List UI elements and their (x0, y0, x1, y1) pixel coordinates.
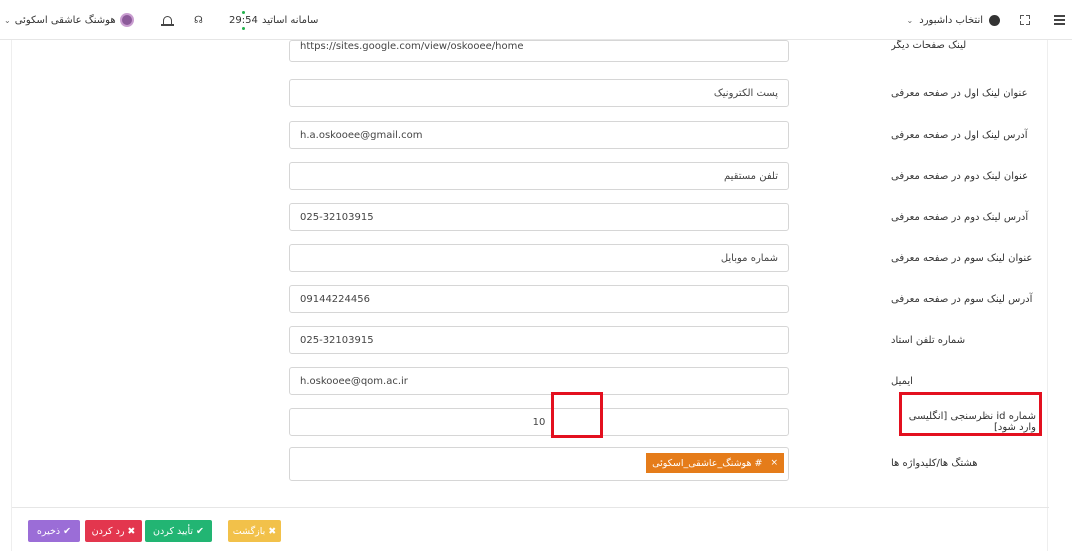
field-label: آدرس لینک سوم در صفحه معرفی (891, 293, 1033, 305)
field-label: عنوان لینک اول در صفحه معرفی (891, 87, 1028, 99)
save-button[interactable]: ✔ ذخیره (28, 520, 80, 542)
avatar (119, 13, 134, 27)
profile-form: شماره id نظرسنجی [انگلیسی وارد شود] 10 ایم… (11, 40, 1049, 551)
form-row: لینک صفحات دیگر https://sites.google.com/… (12, 34, 1049, 76)
timer-value: 29:54 (229, 14, 258, 26)
form-row: شماره id نظرسنجی [انگلیسی وارد شود] 10 (12, 408, 1049, 450)
form-row: عنوان لینک دوم در صفحه معرفی تلفن مستقیم (12, 162, 1049, 204)
back-button-label: بازگشت (232, 525, 266, 537)
reject-button[interactable]: ✖ رد کردن (85, 520, 142, 542)
user-name: هوشنگ عاشقی اسکوئی (14, 14, 116, 26)
hashtag-chip-label: # هوشنگ_عاشقی_اسکوئی (652, 457, 763, 469)
text-input[interactable]: تلفن مستقیم (289, 162, 789, 190)
check-icon: ✔ (63, 525, 72, 537)
hashtag-chip[interactable]: × # هوشنگ_عاشقی_اسکوئی (646, 453, 784, 473)
timer-dot-bottom (241, 26, 245, 30)
form-row: ایمیل h.oskooee@qom.ac.ir (12, 367, 1049, 409)
confirm-button[interactable]: ✔ تأیید کردن (145, 520, 212, 542)
text-input[interactable]: 025-32103915 (289, 326, 789, 354)
field-label: لینک صفحات دیگر (891, 40, 967, 51)
menu-icon[interactable] (1054, 0, 1068, 40)
back-button[interactable]: ✖ بازگشت (228, 520, 281, 542)
highlight-box-survey-value (551, 392, 603, 438)
form-row: آدرس لینک سوم در صفحه معرفی 09144224456 (12, 285, 1049, 327)
timer-dot-top (241, 10, 245, 14)
chevron-down-icon: ⌄ (906, 15, 914, 25)
field-label: آدرس لینک اول در صفحه معرفی (891, 129, 1028, 141)
field-label: عنوان لینک دوم در صفحه معرفی (891, 170, 1029, 182)
form-row: عنوان لینک اول در صفحه معرفی پست الکترونی… (12, 79, 1049, 121)
dashboard-icon (989, 14, 1000, 26)
hashtags-input[interactable]: × # هوشنگ_عاشقی_اسکوئی (289, 447, 789, 481)
text-input[interactable]: h.a.oskooee@gmail.com (289, 121, 789, 149)
form-row: عنوان لینک سوم در صفحه معرفی شماره موبایل (12, 244, 1049, 286)
text-input[interactable]: 09144224456 (289, 285, 789, 313)
text-input[interactable]: پست الکترونیک (289, 79, 789, 107)
check-icon: ✔ (196, 525, 204, 537)
remove-tag-icon[interactable]: × (770, 458, 778, 468)
reject-button-label: رد کردن (91, 525, 125, 537)
highlight-box-survey-label (899, 392, 1042, 436)
field-label: شماره تلفن استاد (891, 334, 966, 346)
form-row: شماره تلفن استاد 025-32103915 (12, 326, 1049, 368)
text-input[interactable]: https://sites.google.com/view/oskooee/ho… (289, 40, 789, 62)
text-input[interactable]: 025-32103915 (289, 203, 789, 231)
field-label: عنوان لینک سوم در صفحه معرفی (891, 252, 1033, 264)
field-label: آدرس لینک دوم در صفحه معرفی (891, 211, 1029, 223)
text-input[interactable]: شماره موبایل (289, 244, 789, 272)
form-row: آدرس لینک اول در صفحه معرفی h.a.oskooee@g… (12, 121, 1049, 163)
dashboard-select-label: انتخاب داشبورد (919, 14, 983, 26)
text-input[interactable]: h.oskooee@qom.ac.ir (289, 367, 789, 395)
close-icon: ✖ (268, 525, 277, 537)
field-label: ایمیل (891, 375, 913, 387)
survey-id-input[interactable]: 10 (289, 408, 789, 436)
chevron-down-icon: ⌄ (4, 15, 11, 25)
close-icon: ✖ (127, 525, 136, 537)
form-row: آدرس لینک دوم در صفحه معرفی 025-32103915 (12, 203, 1049, 245)
divider (12, 507, 1049, 508)
hashtags-label: هشتگ ها/کلیدواژه ها (891, 457, 978, 469)
save-button-label: ذخیره (36, 525, 61, 537)
confirm-button-label: تأیید کردن (153, 525, 194, 537)
